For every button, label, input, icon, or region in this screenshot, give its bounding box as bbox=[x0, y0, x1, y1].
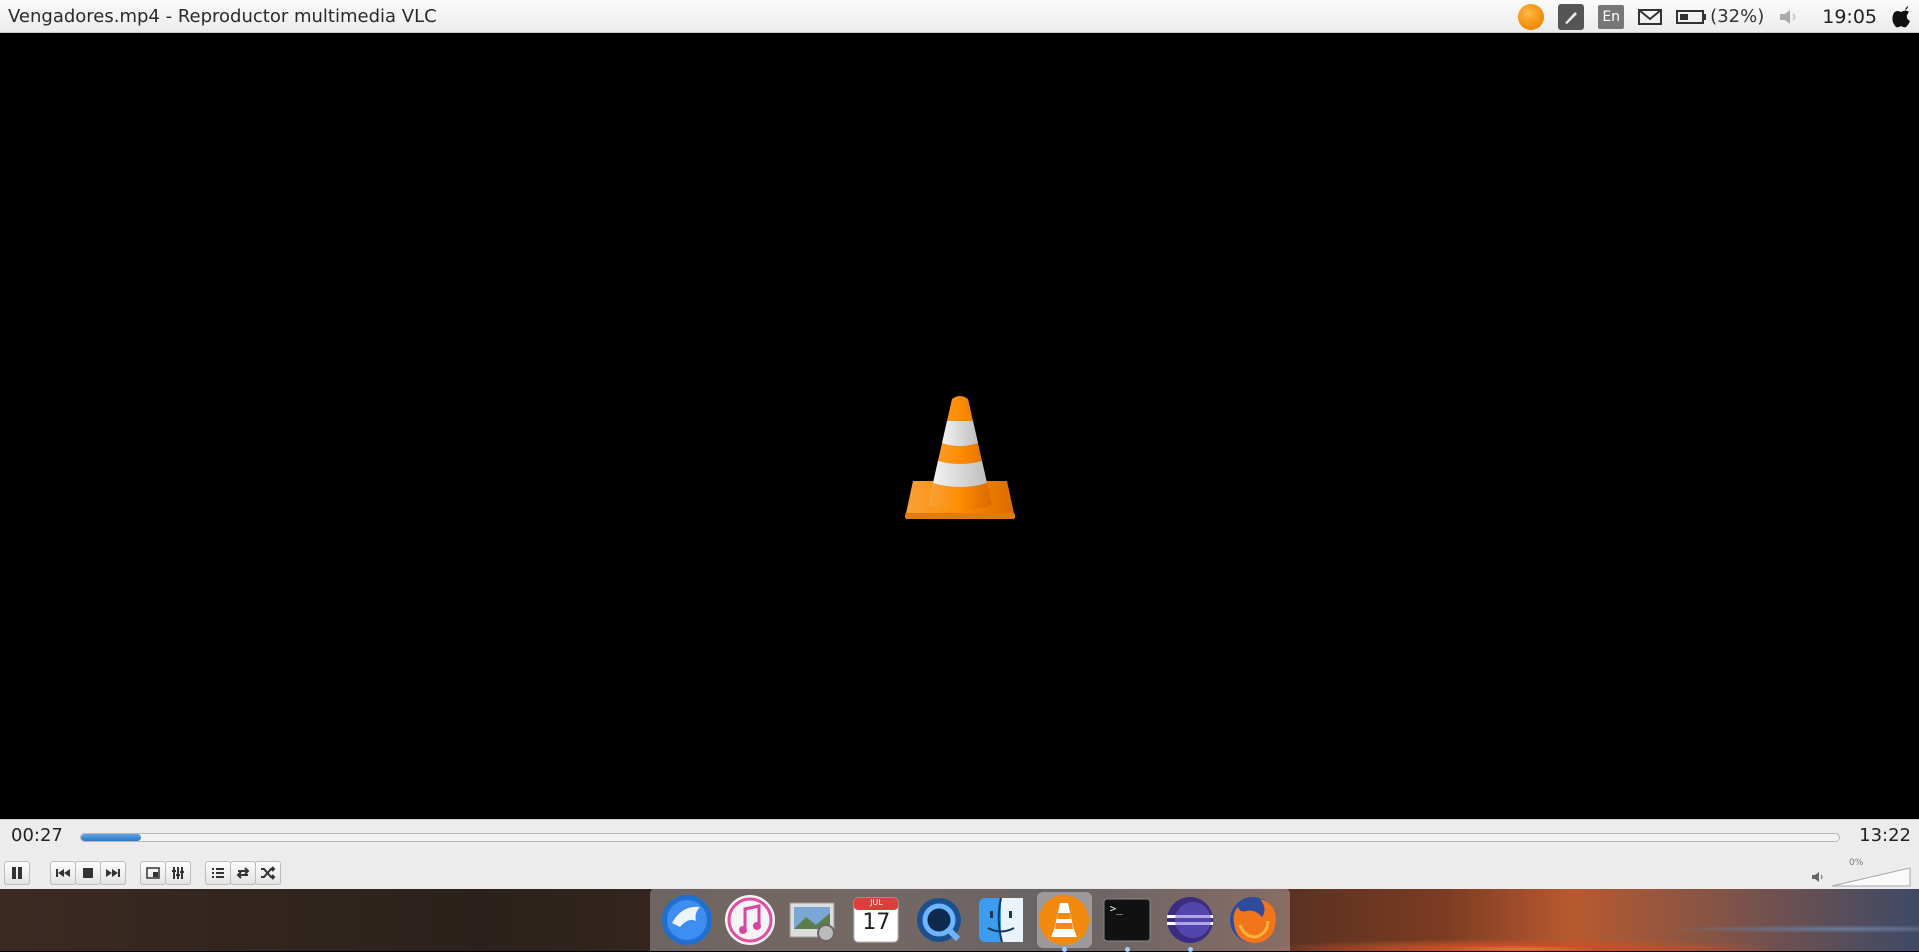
finder-icon bbox=[979, 897, 1024, 942]
battery-icon[interactable] bbox=[1676, 0, 1708, 33]
previous-button[interactable] bbox=[50, 861, 76, 885]
vlc-cone-icon bbox=[905, 396, 1015, 519]
top-menubar: Vengadores.mp4 - Reproductor multimedia … bbox=[0, 0, 1919, 33]
seek-progress bbox=[81, 834, 141, 841]
stop-icon bbox=[83, 868, 93, 878]
extended-settings-button[interactable] bbox=[165, 861, 191, 885]
eclipse-icon bbox=[1166, 896, 1213, 943]
volume-control[interactable]: 0% bbox=[1811, 858, 1911, 888]
previous-icon bbox=[56, 869, 70, 877]
pause-button[interactable] bbox=[4, 861, 30, 885]
vlc-icon bbox=[1039, 894, 1090, 945]
language-label: En bbox=[1598, 4, 1625, 29]
dock-preview[interactable] bbox=[786, 892, 841, 948]
dock-terminal[interactable]: >_ bbox=[1100, 892, 1155, 952]
speaker-muted-icon[interactable] bbox=[1778, 0, 1800, 33]
dock-itunes[interactable] bbox=[723, 892, 778, 948]
mail-icon[interactable] bbox=[1638, 0, 1663, 33]
brush-icon bbox=[1558, 3, 1585, 30]
terminal-prompt: >_ bbox=[1109, 901, 1123, 915]
clock[interactable]: 19:05 bbox=[1822, 0, 1877, 33]
dock-finder[interactable] bbox=[974, 892, 1029, 948]
dock-eagle-app[interactable] bbox=[660, 892, 715, 948]
pause-icon bbox=[12, 867, 22, 879]
apple-icon[interactable] bbox=[1891, 0, 1911, 33]
battery-percentage: (32%) bbox=[1710, 6, 1765, 27]
shuffle-icon bbox=[261, 866, 276, 880]
dock-quicktime[interactable] bbox=[911, 892, 966, 948]
volume-slider[interactable] bbox=[1831, 867, 1911, 887]
dock-calendar[interactable]: JUL 17 bbox=[848, 892, 903, 948]
control-buttons bbox=[4, 860, 281, 886]
loop-icon bbox=[236, 867, 250, 879]
vlc-icon bbox=[1518, 3, 1545, 30]
vlc-tray-icon[interactable] bbox=[1518, 0, 1545, 33]
dock-firefox[interactable] bbox=[1225, 892, 1280, 948]
eagle-icon bbox=[662, 894, 713, 945]
playlist-button[interactable] bbox=[205, 861, 231, 885]
quicktime-icon bbox=[916, 897, 961, 942]
brush-tray-icon[interactable] bbox=[1558, 0, 1585, 33]
firefox-icon bbox=[1229, 896, 1276, 943]
stop-button[interactable] bbox=[75, 861, 101, 885]
preview-icon bbox=[789, 902, 835, 942]
fullscreen-button[interactable] bbox=[140, 861, 166, 885]
dock-vlc[interactable] bbox=[1036, 891, 1092, 952]
next-button[interactable] bbox=[100, 861, 126, 885]
keyboard-language-indicator[interactable]: En bbox=[1598, 0, 1625, 33]
fullscreen-icon bbox=[146, 867, 160, 879]
dock-eclipse[interactable] bbox=[1162, 892, 1217, 952]
playback-controls: 00:27 13:22 0% bbox=[0, 819, 1919, 889]
next-icon bbox=[106, 869, 120, 877]
playlist-icon bbox=[212, 868, 224, 878]
total-time[interactable]: 13:22 bbox=[1859, 825, 1911, 846]
video-area[interactable] bbox=[0, 33, 1919, 819]
calendar-month: JUL bbox=[870, 897, 883, 907]
elapsed-time[interactable]: 00:27 bbox=[11, 825, 63, 846]
dock: JUL 17 >_ bbox=[650, 888, 1290, 952]
shuffle-button[interactable] bbox=[255, 861, 281, 885]
extended-settings-icon bbox=[172, 867, 184, 879]
seek-slider[interactable] bbox=[80, 833, 1840, 842]
loop-button[interactable] bbox=[230, 861, 256, 885]
music-icon bbox=[725, 894, 776, 945]
calendar-day: 17 bbox=[862, 909, 891, 935]
window-title: Vengadores.mp4 - Reproductor multimedia … bbox=[8, 6, 437, 27]
system-tray: En (32%) 19:05 bbox=[1504, 0, 1919, 33]
speaker-icon bbox=[1812, 872, 1823, 882]
